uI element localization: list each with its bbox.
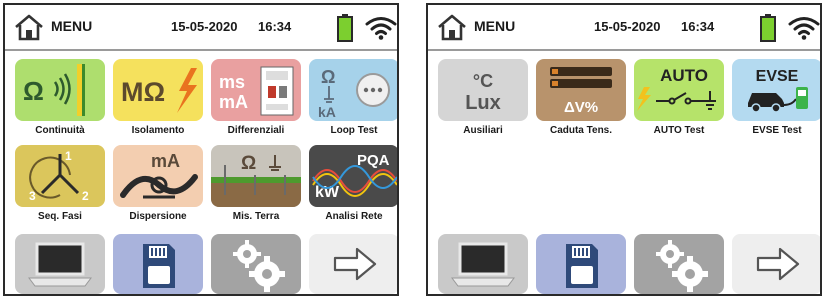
- tile-label-voltage-drop: Caduta Tens.: [549, 125, 613, 136]
- svg-text:Ω: Ω: [321, 67, 335, 87]
- svg-text:2: 2: [82, 189, 89, 203]
- leakage-clamp-icon: mA: [113, 145, 203, 207]
- svg-text:AUTO: AUTO: [660, 66, 708, 85]
- next-page-button[interactable]: [732, 234, 820, 294]
- tile-power-quality[interactable]: PQA kW: [309, 145, 397, 207]
- pc-connection-icon: [451, 242, 515, 287]
- tile-auxiliary[interactable]: °C Lux: [438, 59, 528, 121]
- loop-test-icon: Ω kA: [309, 59, 397, 121]
- wifi-icon: [365, 17, 397, 40]
- home-icon[interactable]: [14, 13, 44, 41]
- tile-label-earth-resistance: Mis. Terra: [232, 211, 280, 222]
- pc-connection-icon: [28, 242, 92, 287]
- power-quality-icon: PQA kW: [309, 145, 397, 207]
- time-display: 16:34: [258, 19, 292, 34]
- settings-gears-icon: [233, 240, 285, 292]
- tile-leakage[interactable]: mA: [113, 145, 203, 207]
- rcd-icon: ms mA: [211, 59, 301, 121]
- svg-text:Ω: Ω: [23, 76, 44, 106]
- earth-resistance-icon: Ω: [211, 145, 301, 207]
- tile-label-continuity: Continuità: [35, 125, 85, 136]
- tile-label-leakage: Dispersione: [129, 211, 187, 222]
- battery-icon: [337, 14, 353, 42]
- tile-label-insulation: Isolamento: [131, 125, 185, 136]
- home-icon[interactable]: [437, 13, 467, 41]
- tile-label-rcd: Differenziali: [227, 125, 285, 136]
- memory-card-icon: [566, 244, 598, 288]
- tile-voltage-drop[interactable]: ΔV%: [536, 59, 626, 121]
- tile-label-evse-test: EVSE Test: [752, 125, 802, 136]
- date-display: 15-05-2020: [171, 19, 238, 34]
- menu-screen-page-2: MENU 15-05-2020 16:34 °C Lux Ausiliari Δ…: [426, 3, 822, 296]
- status-bar: MENU 15-05-2020 16:34: [428, 5, 820, 51]
- tile-auto-test[interactable]: AUTO: [634, 59, 724, 121]
- tile-earth-resistance[interactable]: Ω: [211, 145, 301, 207]
- svg-text:Ω: Ω: [241, 153, 256, 174]
- settings-button[interactable]: [634, 234, 724, 294]
- tile-continuity[interactable]: Ω: [15, 59, 105, 121]
- phase-sequence-icon: 1 2 3: [15, 145, 105, 207]
- svg-text:MΩ: MΩ: [121, 77, 165, 107]
- settings-button[interactable]: [211, 234, 301, 294]
- svg-text:1: 1: [65, 149, 72, 163]
- tile-label-auxiliary: Ausiliari: [463, 125, 503, 136]
- svg-text:kW: kW: [315, 184, 340, 201]
- svg-text:mA: mA: [219, 92, 248, 112]
- tile-loop-test[interactable]: Ω kA: [309, 59, 397, 121]
- tile-label-power-quality: Analisi Rete: [325, 211, 383, 222]
- tile-insulation[interactable]: MΩ: [113, 59, 203, 121]
- memory-button[interactable]: [536, 234, 626, 294]
- next-arrow-icon: [756, 247, 800, 281]
- menu-title: MENU: [51, 18, 93, 34]
- svg-text:mA: mA: [151, 151, 180, 171]
- voltage-drop-icon: ΔV%: [536, 59, 626, 121]
- date-display: 15-05-2020: [594, 19, 661, 34]
- svg-text:°C: °C: [473, 71, 493, 91]
- tile-evse-test[interactable]: EVSE: [732, 59, 820, 121]
- svg-text:kA: kA: [318, 104, 336, 120]
- menu-screen-page-1: MENU 15-05-2020 16:34 Ω Continuità MΩ Is…: [3, 3, 399, 296]
- pc-connection-button[interactable]: [438, 234, 528, 294]
- tile-phase-sequence[interactable]: 1 2 3: [15, 145, 105, 207]
- next-arrow-icon: [333, 247, 377, 281]
- next-page-button[interactable]: [309, 234, 397, 294]
- continuity-icon: Ω: [15, 59, 105, 121]
- tile-rcd[interactable]: ms mA: [211, 59, 301, 121]
- svg-text:3: 3: [29, 189, 36, 203]
- svg-text:PQA: PQA: [357, 152, 390, 169]
- battery-icon: [760, 14, 776, 42]
- tile-label-phase-sequence: Seq. Fasi: [38, 211, 82, 222]
- svg-text:EVSE: EVSE: [756, 68, 799, 85]
- insulation-icon: MΩ: [113, 59, 203, 121]
- menu-title: MENU: [474, 18, 516, 34]
- svg-text:ms: ms: [219, 72, 245, 92]
- svg-text:ΔV%: ΔV%: [564, 99, 598, 116]
- memory-button[interactable]: [113, 234, 203, 294]
- status-bar: MENU 15-05-2020 16:34: [5, 5, 397, 51]
- tile-label-loop-test: Loop Test: [330, 125, 378, 136]
- wifi-icon: [788, 17, 820, 40]
- tile-label-auto-test: AUTO Test: [653, 125, 705, 136]
- evse-test-icon: EVSE: [732, 59, 820, 121]
- svg-text:Lux: Lux: [465, 92, 501, 114]
- auto-test-icon: AUTO: [634, 59, 724, 121]
- settings-gears-icon: [656, 240, 708, 292]
- pc-connection-button[interactable]: [15, 234, 105, 294]
- auxiliary-icon: °C Lux: [438, 59, 528, 121]
- memory-card-icon: [143, 244, 175, 288]
- time-display: 16:34: [681, 19, 715, 34]
